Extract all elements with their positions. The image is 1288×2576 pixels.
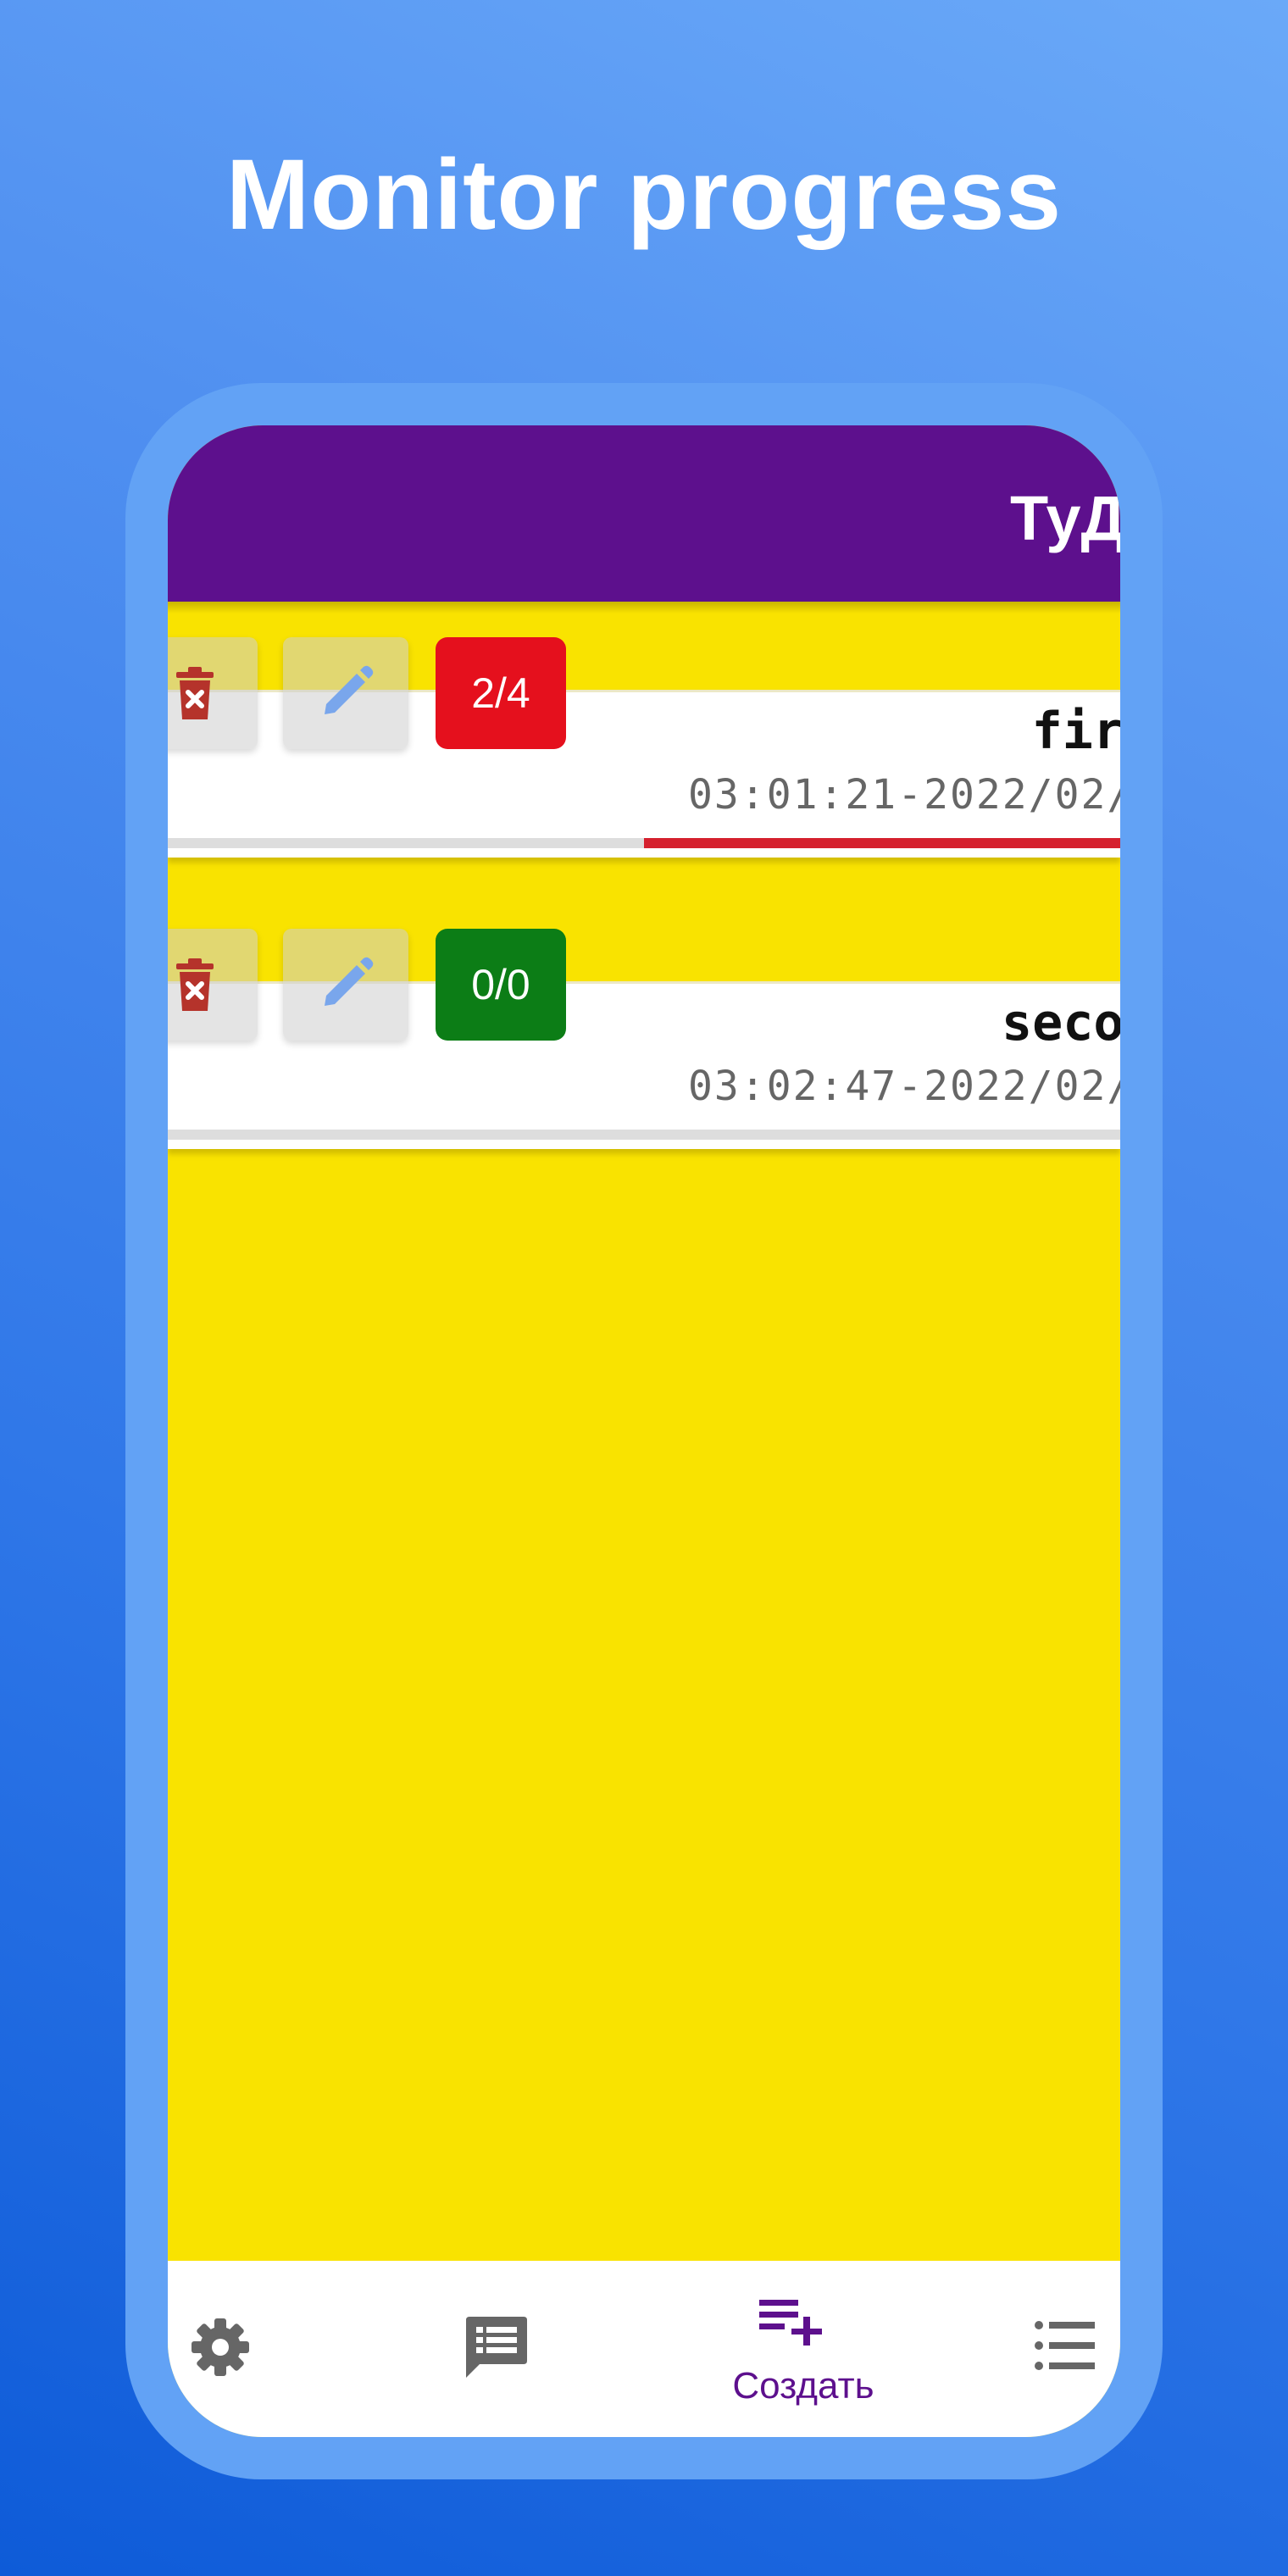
message-icon [463, 2313, 530, 2385]
nav-messages[interactable] [456, 2261, 558, 2437]
app-screen: ТуД fir 03:01:21-2022/02/ 2/4 seco 03:02… [168, 425, 1120, 2437]
trash-icon [173, 665, 217, 721]
bottom-navigation: Создать [168, 2261, 1120, 2437]
app-bar: ТуД [168, 425, 1120, 602]
edit-button[interactable] [283, 637, 408, 749]
nav-list[interactable] [1022, 2261, 1120, 2437]
add-list-icon [758, 2295, 825, 2351]
subtask-counter: 0/0 [436, 929, 566, 1041]
app-bar-shadow [168, 602, 1120, 613]
list-icon [1034, 2320, 1095, 2375]
task-date: 03:02:47-2022/02/ [688, 1063, 1120, 1110]
gear-icon [188, 2315, 253, 2384]
trash-icon [173, 957, 217, 1013]
delete-button[interactable] [168, 929, 258, 1041]
subtask-counter: 2/4 [436, 637, 566, 749]
headline: Monitor progress [225, 139, 1063, 251]
task-title: fir [1031, 702, 1120, 761]
app-title: ТуД [1010, 483, 1120, 553]
task-title: seco [1002, 993, 1120, 1052]
progress-fill [644, 838, 1120, 848]
task-date: 03:01:21-2022/02/ [688, 771, 1120, 819]
nav-settings[interactable] [185, 2261, 269, 2437]
progress-bar [168, 1130, 1120, 1140]
pencil-icon [316, 663, 375, 723]
progress-bar [168, 838, 1120, 848]
delete-button[interactable] [168, 637, 258, 749]
pencil-icon [316, 955, 375, 1014]
edit-button[interactable] [283, 929, 408, 1041]
nav-create-label: Создать [732, 2365, 874, 2407]
nav-create[interactable]: Создать [676, 2261, 930, 2437]
